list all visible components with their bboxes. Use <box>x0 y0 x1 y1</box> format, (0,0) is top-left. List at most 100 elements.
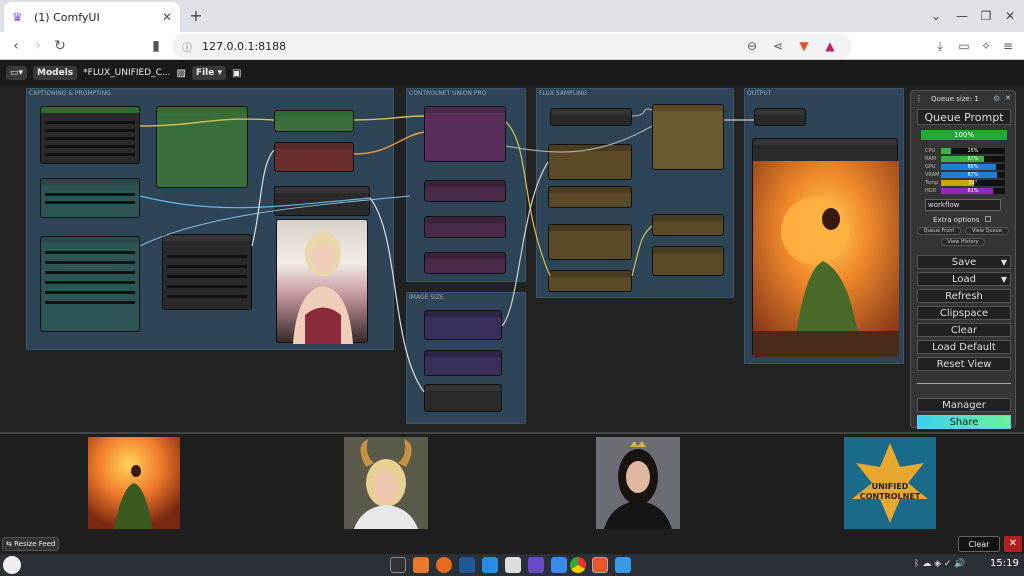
stat-label: GPU <box>925 164 936 170</box>
forward-icon[interactable]: › <box>28 36 48 56</box>
manager-button[interactable]: Manager <box>917 398 1011 412</box>
feed-image-horns-portrait[interactable] <box>344 437 428 529</box>
svg-text:CONTROLNET: CONTROLNET <box>860 492 921 501</box>
share-icon[interactable]: ⋖ <box>770 38 786 54</box>
stat-value: 87% <box>967 172 979 178</box>
stat-temp: Temp 51° <box>925 180 1009 186</box>
stat-label: Temp <box>925 180 939 186</box>
zoom-icon[interactable]: ⊖ <box>744 38 760 54</box>
save-disk-icon[interactable]: ▣ <box>232 68 241 79</box>
comfyui-favicon-icon: ♛ <box>12 10 23 24</box>
browser-tab[interactable]: ♛ (1) ComfyUI ✕ <box>4 2 180 32</box>
clear-button[interactable]: Clear <box>917 323 1011 337</box>
firefox-icon[interactable] <box>436 557 452 573</box>
refresh-button[interactable]: Refresh <box>917 289 1011 303</box>
tab-list-chevron-icon[interactable]: ⌄ <box>926 6 946 26</box>
resize-icon: ⇆ <box>6 540 12 548</box>
close-panel-icon[interactable]: ✕ <box>1005 94 1011 102</box>
back-icon[interactable]: ‹ <box>6 36 26 56</box>
close-window-icon[interactable]: ✕ <box>1000 6 1020 26</box>
queue-front-button[interactable]: Queue Front <box>917 227 961 235</box>
files-icon[interactable] <box>482 557 498 573</box>
view-queue-button[interactable]: View Queue <box>965 227 1009 235</box>
workflow-title: *FLUX_UNIFIED_C... <box>83 68 171 78</box>
menu-icon[interactable]: ≡ <box>1000 38 1016 54</box>
comfy-app-icon[interactable] <box>528 557 544 573</box>
stat-value: 51° <box>968 180 978 186</box>
feed-image-sunset[interactable] <box>88 437 180 529</box>
stat-bar: 81% <box>941 188 1005 194</box>
queue-prompt-button[interactable]: Queue Prompt <box>917 109 1011 125</box>
resize-feed-button[interactable]: ⇆ Resize Feed <box>2 537 60 551</box>
restore-icon[interactable]: ❐ <box>976 6 996 26</box>
new-tab-icon[interactable]: + <box>186 6 206 26</box>
drag-handle-icon[interactable]: ⋮ <box>915 94 923 103</box>
progress-text: 100% <box>953 131 974 139</box>
reset-view-button[interactable]: Reset View <box>917 357 1011 371</box>
extra-options-label: Extra options <box>933 216 980 224</box>
queue-size-text: Queue size: 1 <box>931 95 979 103</box>
extra-options-checkbox[interactable] <box>985 216 991 222</box>
load-dropdown-icon[interactable]: ▼ <box>1001 273 1007 286</box>
site-info-icon[interactable]: ⓘ <box>182 39 192 54</box>
divider <box>917 383 1011 384</box>
brave-shield-icon[interactable]: ▼ <box>796 38 812 54</box>
stat-bar: 15% <box>941 148 1005 154</box>
clock: 15:19 <box>990 558 1019 569</box>
stat-vram: VRAM 87% <box>925 172 1009 178</box>
tab-title: (1) ComfyUI <box>34 10 100 24</box>
load-button[interactable]: Load ▼ <box>917 272 1011 286</box>
models-button[interactable]: Models <box>33 66 78 80</box>
progress-bar: 100% <box>921 130 1007 140</box>
resize-feed-label: Resize Feed <box>14 540 56 548</box>
save-button[interactable]: Save ▼ <box>917 255 1011 269</box>
download-icon[interactable]: ⤓ <box>932 38 948 54</box>
wallet-icon[interactable]: ▭ <box>956 38 972 54</box>
stat-cpu: CPU 15% <box>925 148 1009 154</box>
stat-hdd: HDD 81% <box>925 188 1009 194</box>
feed-image-crown-portrait[interactable] <box>596 437 680 529</box>
save-dropdown-icon[interactable]: ▼ <box>1001 256 1007 269</box>
minimize-icon[interactable]: — <box>952 6 972 26</box>
stat-value: 15% <box>967 148 979 154</box>
load-label: Load <box>952 274 976 285</box>
window-icon[interactable] <box>615 557 631 573</box>
node-wires <box>139 108 754 393</box>
view-history-button[interactable]: View History <box>941 238 985 246</box>
close-feed-icon[interactable]: ✕ <box>1004 536 1022 552</box>
folder-menu-button[interactable]: ▭▾ <box>6 66 28 80</box>
workflow-input[interactable]: workflow <box>925 199 1001 211</box>
stat-label: HDD <box>925 188 937 194</box>
stat-label: RAM <box>925 156 937 162</box>
share-button[interactable]: Share <box>917 415 1011 429</box>
app-icon[interactable] <box>413 557 429 573</box>
stat-ram: RAM 67% <box>925 156 1009 162</box>
stat-label: CPU <box>925 148 936 154</box>
file-menu-button[interactable]: File ▾ <box>191 66 226 80</box>
load-default-button[interactable]: Load Default <box>917 340 1011 354</box>
stat-value: 67% <box>967 156 979 162</box>
brave-rewards-icon[interactable]: ▲ <box>822 38 838 54</box>
stat-bar: 67% <box>941 156 1005 162</box>
vscode-icon[interactable] <box>551 557 567 573</box>
terminal-icon[interactable] <box>390 557 406 573</box>
brave-icon[interactable] <box>592 557 608 573</box>
save-label: Save <box>951 257 977 268</box>
svg-text:UNIFIED: UNIFIED <box>872 482 909 491</box>
url-text: 127.0.0.1:8188 <box>202 39 287 53</box>
start-menu-icon[interactable] <box>3 556 21 574</box>
bookmark-icon[interactable]: ▮ <box>146 36 166 56</box>
chrome-icon[interactable] <box>570 557 586 573</box>
settings-gear-icon[interactable]: ⚙ <box>993 94 1000 103</box>
feed-image-unified-controlnet[interactable]: UNIFIED CONTROLNET <box>844 437 936 529</box>
book-icon[interactable] <box>459 557 475 573</box>
leo-ai-icon[interactable]: ✧ <box>978 38 994 54</box>
system-tray-icons[interactable]: ᛒ ☁ ◈ ✓ 🔊 <box>914 559 966 569</box>
document-icon[interactable] <box>505 557 521 573</box>
image-icon[interactable]: ▨ <box>176 68 185 79</box>
clipspace-button[interactable]: Clipspace <box>917 306 1011 320</box>
close-tab-icon[interactable]: ✕ <box>162 10 172 24</box>
stat-bar: 51° <box>941 180 1005 186</box>
clear-feed-button[interactable]: Clear <box>958 536 1000 552</box>
reload-icon[interactable]: ↻ <box>50 36 70 56</box>
